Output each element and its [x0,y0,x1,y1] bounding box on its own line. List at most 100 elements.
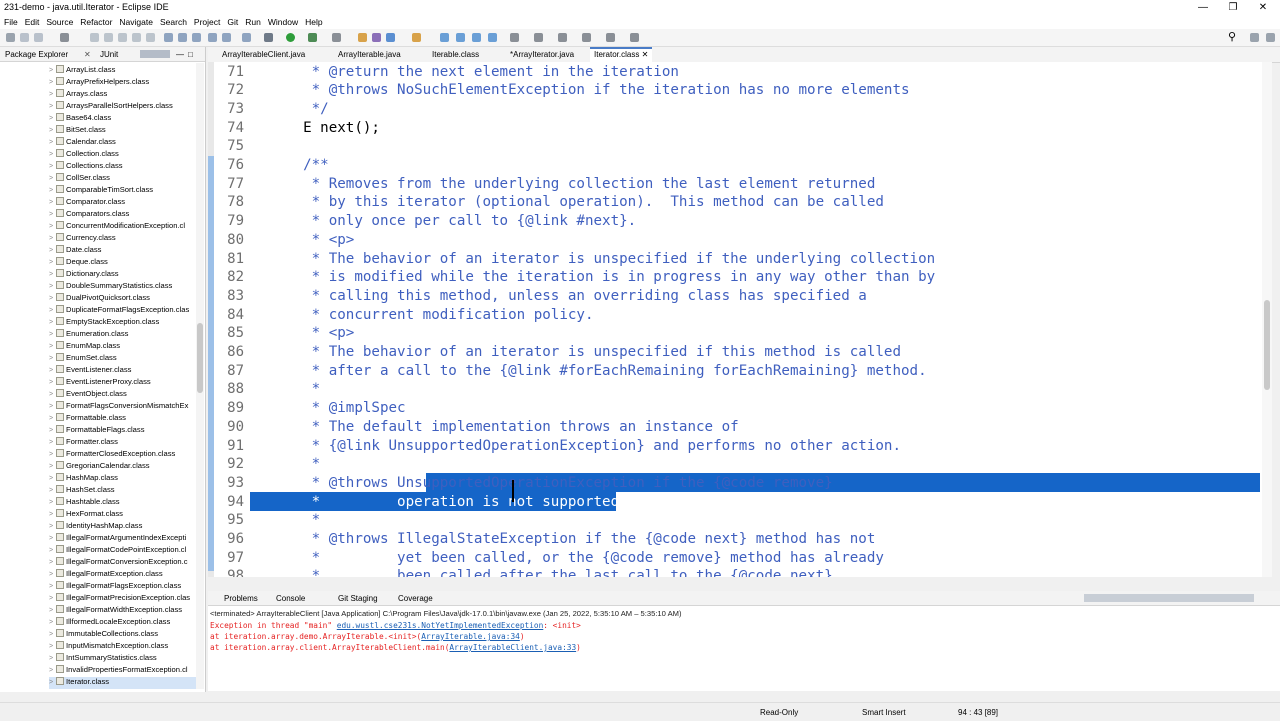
expand-arrow-icon[interactable]: > [49,271,56,278]
tree-item[interactable]: > Comparator.class [49,197,196,209]
external-tools-icon[interactable] [332,33,341,42]
expand-arrow-icon[interactable]: > [49,415,56,422]
tree-scrollbar[interactable] [196,63,204,689]
tree-item[interactable]: > IllegalFormatWidthException.class [49,605,196,617]
tree-item[interactable]: > FormattableFlags.class [49,425,196,437]
nav4-icon[interactable] [132,33,141,42]
print-icon[interactable] [60,33,69,42]
menu-search[interactable]: Search [156,15,190,27]
menu-project[interactable]: Project [190,15,223,27]
tree-item[interactable]: > Currency.class [49,233,196,245]
code-line[interactable]: 90 * The default implementation throws a… [208,418,1271,437]
code-line[interactable]: 80 * <p> [208,231,1271,250]
tree-item[interactable]: > Comparators.class [49,209,196,221]
tree-item[interactable]: > EventListenerProxy.class [49,377,196,389]
code-line[interactable]: 94 * operation is not supported by this … [208,493,1271,512]
expand-arrow-icon[interactable]: > [49,511,56,518]
tree-item[interactable]: > ComparableTimSort.class [49,185,196,197]
tree-item[interactable]: > CollSer.class [49,173,196,185]
code-line[interactable]: 84 * concurrent modification policy. [208,306,1271,325]
tree-item[interactable]: > Iterator.class [49,677,196,689]
toggle-mark-icon[interactable] [472,33,481,42]
view-menu-icon[interactable] [140,50,170,58]
new-class-icon[interactable] [386,33,395,42]
tab-console[interactable]: Console [276,594,305,603]
editor-scroll-thumb[interactable] [1264,300,1270,390]
expand-arrow-icon[interactable]: > [49,391,56,398]
code-line[interactable]: 81 * The behavior of an iterator is unsp… [208,250,1271,269]
expand-arrow-icon[interactable]: > [49,151,56,158]
code-line[interactable]: 75 [208,137,1271,156]
menu-edit[interactable]: Edit [21,15,43,27]
expand-arrow-icon[interactable]: > [49,331,56,338]
refresh-icon[interactable] [242,33,251,42]
tab-arrayiterableclient[interactable]: ArrayIterableClient.java [222,50,305,59]
code-line[interactable]: 86 * The behavior of an iterator is unsp… [208,343,1271,362]
tree-item[interactable]: > ArraysParallelSortHelpers.class [49,101,196,113]
expand-arrow-icon[interactable]: > [49,535,56,542]
tree-item[interactable]: > HashSet.class [49,485,196,497]
tree-item[interactable]: > Formattable.class [49,413,196,425]
tree-item[interactable]: > DoubleSummaryStatistics.class [49,281,196,293]
expand-arrow-icon[interactable]: > [49,643,56,650]
pin-icon[interactable] [630,33,639,42]
tree-item[interactable]: > Collections.class [49,161,196,173]
expand-arrow-icon[interactable]: > [49,223,56,230]
code-line[interactable]: 83 * calling this method, unless an over… [208,287,1271,306]
maximize-view-icon[interactable]: □ [188,50,193,59]
expand-arrow-icon[interactable]: > [49,163,56,170]
tree-item[interactable]: > ArrayPrefixHelpers.class [49,77,196,89]
code-line[interactable]: 89 * @implSpec [208,399,1271,418]
tab-arrayiterable[interactable]: ArrayIterable.java [338,50,401,59]
expand-arrow-icon[interactable]: > [49,343,56,350]
menu-window[interactable]: Window [264,15,301,27]
tab-junit[interactable]: JUnit [100,50,118,59]
tree-item[interactable]: > Arrays.class [49,89,196,101]
expand-arrow-icon[interactable]: > [49,247,56,254]
save-all-icon[interactable] [34,33,43,42]
expand-arrow-icon[interactable]: > [49,403,56,410]
search-icon[interactable]: ⚲ [1228,32,1237,43]
step4-icon[interactable] [208,33,217,42]
step5-icon[interactable] [222,33,231,42]
minimize-icon[interactable]: — [1190,0,1216,15]
tree-item[interactable]: > EnumMap.class [49,341,196,353]
expand-arrow-icon[interactable]: > [49,439,56,446]
expand-arrow-icon[interactable]: > [49,319,56,326]
code-line[interactable]: 85 * <p> [208,324,1271,343]
code-line[interactable]: 78 * by this iterator (optional operatio… [208,193,1271,212]
tab-arrayiterator[interactable]: *ArrayIterator.java [510,50,574,59]
expand-arrow-icon[interactable]: > [49,115,56,122]
tree-item[interactable]: > Calendar.class [49,137,196,149]
tree-item[interactable]: > Deque.class [49,257,196,269]
tree-scroll-thumb[interactable] [197,323,203,393]
menu-source[interactable]: Source [42,15,76,27]
tree-item[interactable]: > IllegalFormatArgumentIndexExcepti [49,533,196,545]
tree-item[interactable]: > IllegalFormatException.class [49,569,196,581]
tab-iterator[interactable]: Iterator.class ✕ [590,47,653,63]
code-line[interactable]: 91 * {@link UnsupportedOperationExceptio… [208,437,1271,456]
new-icon[interactable] [6,33,15,42]
nav-icon[interactable] [90,33,99,42]
minimize-view-icon[interactable]: — [176,50,184,59]
prev-annotation-icon[interactable] [534,33,543,42]
menu-help[interactable]: Help [301,15,325,27]
expand-arrow-icon[interactable]: > [49,235,56,242]
err3-link[interactable]: ArrayIterableClient.java:33 [449,643,576,652]
tree-item[interactable]: > IllegalFormatCodePointException.cl [49,545,196,557]
editor-scrollbar[interactable] [1262,62,1272,577]
code-line[interactable]: 77 * Removes from the underlying collect… [208,175,1271,194]
tree-item[interactable]: > Enumeration.class [49,329,196,341]
expand-arrow-icon[interactable]: > [49,499,56,506]
debug-icon[interactable] [264,33,273,42]
code-line[interactable]: 97 * yet been called, or the {@code remo… [208,549,1271,568]
close-icon[interactable]: ✕ [84,50,91,59]
code-line[interactable]: 82 * is modified while the iteration is … [208,268,1271,287]
tree-item[interactable]: > IdentityHashMap.class [49,521,196,533]
expand-arrow-icon[interactable]: > [49,379,56,386]
save-icon[interactable] [20,33,29,42]
code-line[interactable]: 76 /** [208,156,1271,175]
tree-item[interactable]: > EventObject.class [49,389,196,401]
menu-refactor[interactable]: Refactor [76,15,115,27]
tree-item[interactable]: > HexFormat.class [49,509,196,521]
